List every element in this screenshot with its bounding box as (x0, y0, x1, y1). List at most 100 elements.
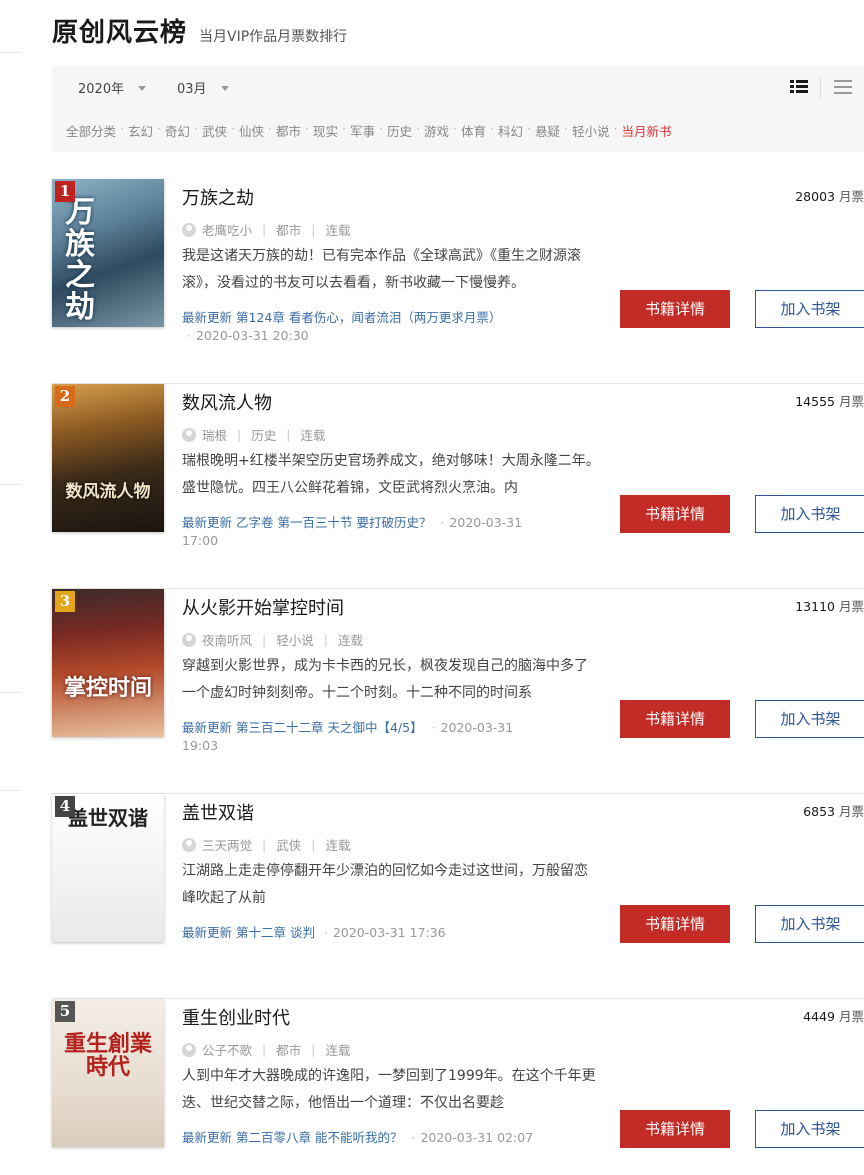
book-meta: 公子不歌 | 都市 | 连载 (182, 1040, 350, 1059)
category-link[interactable]: 悬疑 (535, 121, 560, 140)
book-detail-button[interactable]: 书籍详情 (620, 290, 730, 328)
add-to-shelf-button[interactable]: 加入书架 (755, 905, 864, 943)
latest-update: 最新更新 第二百零八章 能不能听我的？ · 2020-03-31 02:07 (182, 1129, 542, 1147)
latest-update: 最新更新 乙字卷 第一百三十节 要打破历史？ · 2020-03-31 17:00 (182, 514, 542, 550)
book-title[interactable]: 从火影开始掌控时间 (182, 594, 344, 620)
category-link[interactable]: 轻小说 (572, 121, 610, 140)
book-cover[interactable]: 5 重生創業時代 (52, 999, 164, 1147)
book-intro: 江湖路上走走停停翻开年少漂泊的回忆如今走过这世间，万般留恋峰吹起了从前 (182, 863, 588, 906)
latest-chapter-link[interactable]: 乙字卷 第一百三十节 要打破历史？ (236, 515, 431, 530)
book-cover[interactable]: 3 掌控时间 (52, 589, 164, 737)
book-status: 连载 (337, 633, 363, 648)
book-category[interactable]: 轻小说 (276, 630, 314, 649)
book-title[interactable]: 重生创业时代 (182, 1004, 290, 1030)
latest-chapter-link[interactable]: 第二百零八章 能不能听我的？ (236, 1130, 402, 1145)
add-to-shelf-button[interactable]: 加入书架 (755, 700, 864, 738)
latest-update-label[interactable]: 最新更新 (182, 310, 232, 325)
category-link[interactable]: 全部分类 (66, 121, 116, 140)
category-filter: 全部分类 · 玄幻 · 奇幻 · 武侠 · 仙侠 · 都市 · 现实 · 军事 · 历史 · 游戏 · 体育 · 科幻 · 悬疑… (66, 121, 672, 140)
month-select[interactable]: 03月 (177, 78, 229, 97)
book-category[interactable]: 武侠 (276, 835, 301, 854)
book-item: 2 数风流人物 数风流人物 瑞根 | 历史 | 连载 瑞根晚明+红楼半架空历史官… (52, 384, 864, 589)
book-title[interactable]: 数风流人物 (182, 389, 272, 415)
rank-badge: 4 (55, 796, 75, 817)
book-status: 连载 (300, 428, 326, 443)
book-cover[interactable]: 4 盖世双谐 (52, 794, 164, 942)
category-separator: · (564, 121, 568, 136)
book-category[interactable]: 都市 (276, 1040, 301, 1059)
book-detail-button[interactable]: 书籍详情 (620, 905, 730, 943)
book-author[interactable]: 瑞根 (202, 425, 227, 444)
year-select[interactable]: 2020年 (78, 78, 147, 97)
book-author[interactable]: 三天两觉 (202, 835, 252, 854)
latest-update-label[interactable]: 最新更新 (182, 720, 232, 735)
book-cover[interactable]: 2 数风流人物 (52, 384, 164, 532)
cover-title-art: 盖世双谐 (68, 806, 148, 830)
category-link[interactable]: 体育 (461, 121, 486, 140)
meta-separator: | (262, 632, 267, 647)
latest-update-label[interactable]: 最新更新 (182, 515, 232, 530)
category-separator: · (231, 121, 235, 136)
book-meta: 夜南听风 | 轻小说 | 连载 (182, 630, 363, 649)
book-meta: 三天两觉 | 武侠 | 连载 (182, 835, 350, 854)
category-separator: · (453, 121, 457, 136)
book-category[interactable]: 都市 (276, 220, 301, 239)
book-status: 连载 (325, 838, 351, 853)
category-link[interactable]: 游戏 (424, 121, 449, 140)
book-meta: 老鹰吃小 | 都市 | 连载 (182, 220, 350, 239)
author-avatar-icon (182, 1042, 196, 1057)
book-title[interactable]: 盖世双谐 (182, 799, 254, 825)
latest-update: 最新更新 第三百二十二章 天之御中【4/5】 · 2020-03-31 19:03 (182, 719, 542, 755)
vote-unit: 月票 (838, 189, 864, 204)
meta-separator: | (311, 222, 316, 237)
book-item: 3 掌控时间 从火影开始掌控时间 夜南听风 | 轻小说 | 连载 穿越到火影世界… (52, 589, 864, 794)
book-category[interactable]: 历史 (251, 425, 276, 444)
add-to-shelf-button[interactable]: 加入书架 (755, 1110, 864, 1148)
category-separator: · (305, 121, 309, 136)
category-separator: · (194, 121, 198, 136)
category-link[interactable]: 军事 (350, 121, 375, 140)
vote-unit: 月票 (838, 599, 864, 614)
category-link[interactable]: 奇幻 (165, 121, 190, 140)
category-link[interactable]: 都市 (276, 121, 301, 140)
book-author[interactable]: 公子不歌 (202, 1040, 252, 1059)
latest-update-label[interactable]: 最新更新 (182, 925, 232, 940)
book-author[interactable]: 夜南听风 (202, 630, 252, 649)
monthly-votes: 14555 月票 (795, 391, 864, 410)
category-link[interactable]: 科幻 (498, 121, 523, 140)
monthly-votes: 6853 月票 (803, 801, 864, 820)
page-edge-line (0, 484, 20, 485)
add-to-shelf-button[interactable]: 加入书架 (755, 290, 864, 328)
latest-chapter-link[interactable]: 第三百二十二章 天之御中【4/5】 (236, 720, 423, 735)
detail-view-icon[interactable] (790, 80, 808, 94)
cover-title-art: 重生創業時代 (63, 1031, 152, 1081)
list-view-icon[interactable] (834, 80, 852, 94)
category-link[interactable]: 历史 (387, 121, 412, 140)
latest-chapter-link[interactable]: 第十二章 谈判 (236, 925, 315, 940)
book-intro: 穿越到火影世界，成为卡卡西的兄长，枫夜发现自己的脑海中多了一个虚幻时钟刻刻帝。十… (182, 658, 588, 701)
book-title[interactable]: 万族之劫 (182, 184, 254, 210)
book-author[interactable]: 老鹰吃小 (202, 220, 252, 239)
category-link[interactable]: 现实 (313, 121, 338, 140)
book-intro: 瑞根晚明+红楼半架空历史官场养成文，绝对够味！大周永隆二年。盛世隐忧。四王八公鲜… (182, 453, 600, 496)
latest-chapter-link[interactable]: 第124章 看者伤心，闻者流泪（两万更求月票） (236, 310, 501, 325)
category-separator: · (268, 121, 272, 136)
monthly-votes: 4449 月票 (803, 1006, 864, 1025)
category-separator: · (490, 121, 494, 136)
category-separator: · (416, 121, 420, 136)
add-to-shelf-button[interactable]: 加入书架 (755, 495, 864, 533)
update-separator: · (323, 925, 328, 940)
book-cover[interactable]: 1 万族之劫 (52, 179, 164, 327)
category-link[interactable]: 仙侠 (239, 121, 264, 140)
latest-update-label[interactable]: 最新更新 (182, 1130, 232, 1145)
update-time: 2020-03-31 02:07 (420, 1130, 534, 1145)
category-link[interactable]: 玄幻 (128, 121, 153, 140)
category-link[interactable]: 当月新书 (622, 121, 672, 140)
book-detail-button[interactable]: 书籍详情 (620, 700, 730, 738)
meta-separator: | (311, 837, 316, 852)
category-link[interactable]: 武侠 (202, 121, 227, 140)
book-intro: 我是这诸天万族的劫！已有完本作品《全球高武》《重生之财源滚滚》，没看过的书友可以… (182, 248, 581, 291)
book-detail-button[interactable]: 书籍详情 (620, 1110, 730, 1148)
book-detail-button[interactable]: 书籍详情 (620, 495, 730, 533)
update-separator: · (411, 1130, 416, 1145)
